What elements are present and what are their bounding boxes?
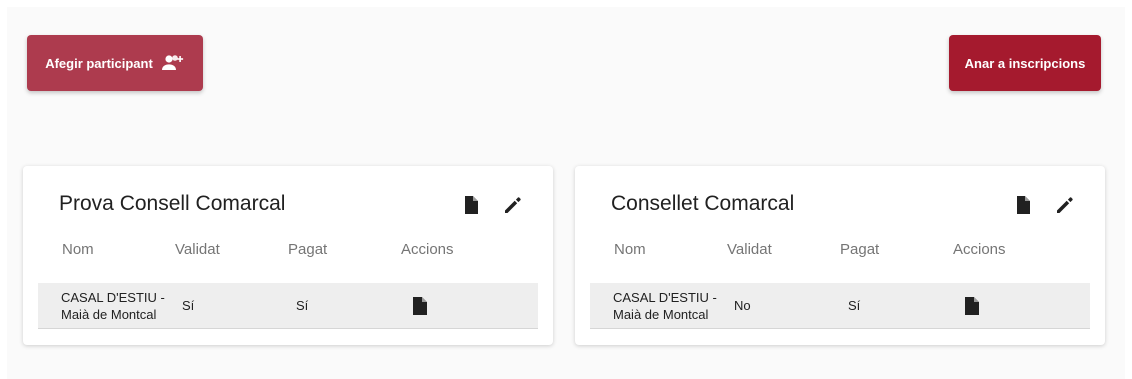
file-icon[interactable] (412, 296, 428, 316)
row-validated: Sí (182, 298, 195, 313)
group-card: Consellet Comarcal Nom Validat Pagat Acc… (575, 166, 1105, 345)
group-card: Prova Consell Comarcal Nom Validat Pagat… (23, 166, 553, 345)
go-to-inscriptions-label: Anar a inscripcions (964, 55, 1086, 71)
page-background: Afegir participant Anar a inscripcions P… (7, 7, 1125, 379)
row-paid: Sí (296, 298, 309, 313)
row-validated: No (734, 298, 751, 313)
column-name: Nom (62, 241, 94, 258)
file-icon[interactable] (1013, 195, 1033, 215)
column-validated: Validat (175, 241, 220, 258)
edit-icon[interactable] (503, 195, 523, 215)
go-to-inscriptions-button[interactable]: Anar a inscripcions (949, 35, 1101, 91)
card-title: Consellet Comarcal (611, 192, 795, 215)
table-row: CASAL D'ESTIU - Maià de Montcal No Sí (590, 283, 1090, 329)
row-paid: Sí (848, 298, 861, 313)
row-name: CASAL D'ESTIU - Maià de Montcal (61, 290, 165, 322)
card-title: Prova Consell Comarcal (59, 192, 286, 215)
column-paid: Pagat (288, 241, 328, 258)
edit-icon[interactable] (1055, 195, 1075, 215)
column-name: Nom (614, 241, 646, 258)
table-header: Nom Validat Pagat Accions (23, 241, 553, 261)
add-group-icon (161, 54, 185, 72)
file-icon[interactable] (964, 296, 980, 316)
add-participant-label: Afegir participant (45, 55, 153, 71)
card-actions (1013, 195, 1075, 215)
row-name: CASAL D'ESTIU - Maià de Montcal (613, 290, 717, 322)
column-validated: Validat (727, 241, 772, 258)
card-actions (461, 195, 523, 215)
column-actions: Accions (953, 241, 1006, 258)
table-header: Nom Validat Pagat Accions (575, 241, 1105, 261)
add-participant-button[interactable]: Afegir participant (27, 35, 203, 91)
table-row: CASAL D'ESTIU - Maià de Montcal Sí Sí (38, 283, 538, 329)
file-icon[interactable] (461, 195, 481, 215)
column-actions: Accions (401, 241, 454, 258)
column-paid: Pagat (840, 241, 880, 258)
